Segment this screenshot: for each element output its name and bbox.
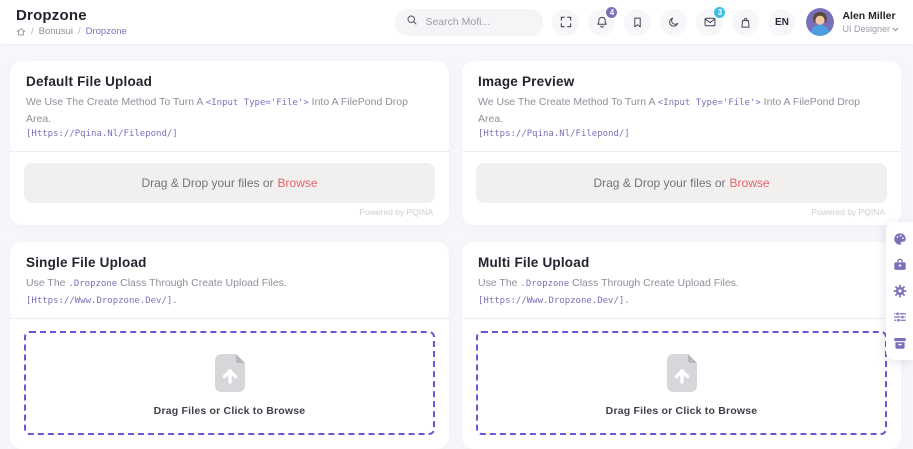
page-title: Dropzone (16, 7, 87, 24)
filepond-drop-area[interactable]: Drag & Drop your files or Browse (24, 163, 435, 204)
language-label: EN (775, 16, 789, 28)
inline-code: <Input Type='File'> (657, 98, 761, 108)
bookmark-icon (631, 16, 644, 29)
inline-code: <Input Type='File'> (205, 98, 309, 108)
browse-link[interactable]: Browse (730, 176, 770, 190)
card-title: Image Preview (478, 74, 575, 89)
filepond-link[interactable]: [Https://Pqina.Nl/Filepond/] (478, 128, 885, 142)
breadcrumb: / Bonusui / Dropzone (16, 26, 127, 37)
gear-icon[interactable] (892, 284, 907, 298)
powered-by-label: Powered by PQINA (359, 207, 433, 218)
home-icon[interactable] (16, 27, 26, 37)
powered-by-label: Powered by PQINA (811, 207, 885, 218)
breadcrumb-item-bonusui[interactable]: Bonusui (39, 26, 73, 37)
main-content: Default File Upload We Use The Create Me… (0, 44, 913, 449)
archive-icon[interactable] (893, 336, 907, 350)
user-menu[interactable]: Alen Miller UI Designer (806, 8, 899, 36)
dropzone-label: Drag Files or Click to Browse (605, 405, 758, 418)
filepond-drop-area[interactable]: Drag & Drop your files or Browse (476, 163, 887, 204)
language-button[interactable]: EN (768, 8, 796, 36)
upload-file-icon (206, 349, 254, 402)
fullscreen-button[interactable] (552, 8, 580, 36)
inline-code: .Dropzone (520, 279, 570, 290)
header-actions: 4 3 EN (395, 5, 899, 36)
card-image-preview: Image Preview We Use The Create Method T… (462, 61, 901, 226)
filepond-link[interactable]: [Https://Pqina.Nl/Filepond/] (26, 128, 433, 142)
dark-mode-button[interactable] (660, 8, 688, 36)
upload-file-icon (658, 349, 706, 402)
card-single-file-upload: Single File Upload Use The .Dropzone Cla… (10, 242, 449, 449)
card-multi-file-upload: Multi File Upload Use The .Dropzone Clas… (462, 242, 901, 449)
palette-icon[interactable] (893, 232, 907, 246)
user-role: UI Designer (842, 24, 899, 34)
card-description: Use The .Dropzone Class Through Create U… (478, 277, 739, 307)
card-description: We Use The Create Method To Turn A <Inpu… (478, 94, 885, 142)
card-title: Multi File Upload (478, 255, 590, 271)
quick-settings-toolbar (886, 222, 913, 360)
search-bar[interactable] (395, 8, 544, 36)
search-input[interactable] (425, 16, 533, 28)
fullscreen-icon (559, 15, 573, 29)
notifications-button[interactable]: 4 (588, 5, 619, 36)
moon-icon (667, 16, 680, 29)
bookmark-button[interactable] (624, 8, 652, 36)
card-description: Use The .Dropzone Class Through Create U… (26, 277, 287, 307)
notifications-badge: 4 (605, 5, 619, 19)
dropzone-link[interactable]: [Https://Www.Dropzone.Dev/]. (26, 296, 178, 306)
dropzone-label: Drag Files or Click to Browse (153, 405, 306, 418)
header-left: Dropzone / Bonusui / Dropzone (16, 7, 127, 37)
card-title: Default File Upload (26, 74, 153, 89)
sliders-icon[interactable] (893, 310, 907, 324)
user-name: Alen Miller (842, 10, 896, 23)
header: Dropzone / Bonusui / Dropzone Search Mof… (0, 0, 913, 44)
inline-code: .Dropzone (68, 279, 118, 290)
dropzone-link[interactable]: [Https://Www.Dropzone.Dev/]. (478, 296, 630, 306)
breadcrumb-separator: / (31, 26, 34, 37)
chevron-down-icon (892, 24, 899, 34)
cart-button[interactable] (732, 8, 760, 36)
breadcrumb-separator: / (77, 26, 81, 37)
dropzone-area[interactable]: Drag Files or Click to Browse (476, 331, 887, 436)
user-info: Alen Miller UI Designer (842, 10, 899, 34)
search-icon (406, 13, 418, 31)
briefcase-icon[interactable] (893, 258, 907, 272)
messages-button[interactable]: 3 (696, 5, 727, 36)
card-title: Single File Upload (26, 255, 147, 271)
card-default-file-upload: Default File Upload We Use The Create Me… (10, 61, 449, 226)
dropzone-area[interactable]: Drag Files or Click to Browse (24, 331, 435, 436)
messages-badge: 3 (713, 5, 727, 19)
bag-icon (739, 16, 752, 29)
breadcrumb-item-current: Dropzone (85, 26, 127, 37)
card-description: We Use The Create Method To Turn A <Inpu… (26, 94, 433, 142)
browse-link[interactable]: Browse (278, 176, 318, 190)
avatar (806, 8, 835, 36)
